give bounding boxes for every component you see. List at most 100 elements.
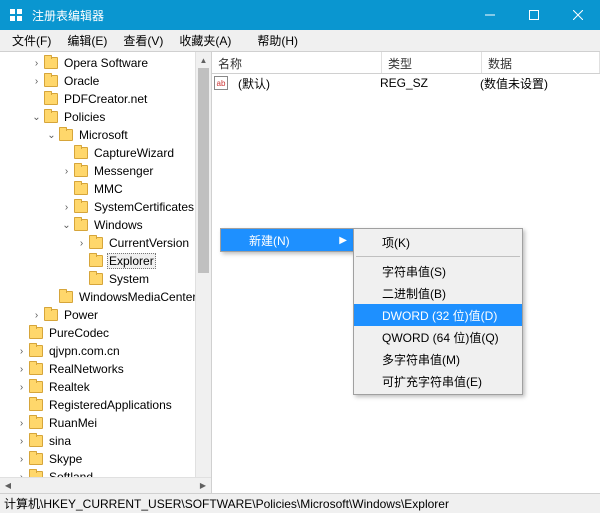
collapse-icon[interactable]: ⌄ [60,219,73,232]
submenu-item-string[interactable]: 字符串值(S) [354,260,522,282]
tree-item[interactable]: CaptureWizard [0,144,211,162]
tree-item-label: Skype [47,452,84,466]
folder-icon [59,291,73,303]
tree-item[interactable]: › CurrentVersion [0,234,211,252]
status-bar: 计算机\HKEY_CURRENT_USER\SOFTWARE\Policies\… [0,493,600,513]
minimize-button[interactable] [468,0,512,30]
expand-icon[interactable]: › [15,435,28,448]
tree-item[interactable]: PureCodec [0,324,211,342]
tree-item[interactable]: ›Messenger [0,162,211,180]
menu-view[interactable]: 查看(V) [115,30,171,51]
collapse-icon[interactable]: ⌄ [30,111,43,124]
column-header-name[interactable]: 名称 [212,52,382,73]
tree-item[interactable]: › Skype [0,450,211,468]
submenu-item-binary[interactable]: 二进制值(B) [354,282,522,304]
expand-icon[interactable]: › [60,201,73,214]
tree-item[interactable]: › sina [0,432,211,450]
expand-icon[interactable]: › [30,57,43,70]
expand-icon[interactable]: › [60,165,73,178]
tree-item-label: qjvpn.com.cn [47,344,122,358]
expand-icon[interactable]: › [30,75,43,88]
submenu-arrow-icon: ▶ [339,235,347,246]
tree-item[interactable]: › RuanMei [0,414,211,432]
maximize-button[interactable] [512,0,556,30]
expand-icon[interactable]: › [15,345,28,358]
tree-item-label: CurrentVersion [107,236,191,250]
tree-pane[interactable]: ›Opera Software›OraclePDFCreator.net⌄Pol… [0,52,212,493]
tree-item[interactable]: PDFCreator.net [0,90,211,108]
tree-spacer [15,399,28,412]
submenu-separator [356,256,520,257]
folder-icon [44,111,58,123]
tree-item-label: System [107,272,151,286]
expand-icon[interactable]: › [15,381,28,394]
expand-icon[interactable]: › [15,417,28,430]
tree-scrollbar-horizontal[interactable]: ◀ ▶ [0,477,211,493]
expand-icon[interactable]: › [15,453,28,466]
submenu-item-expand-string[interactable]: 可扩充字符串值(E) [354,370,522,392]
scroll-thumb[interactable] [198,68,209,273]
collapse-icon[interactable]: ⌄ [45,129,58,142]
tree-item[interactable]: WindowsMediaCenter [0,288,211,306]
folder-icon [29,417,43,429]
tree-scrollbar-vertical[interactable]: ▲ ▼ [195,52,211,493]
tree-item-label: Power [62,308,100,322]
scroll-up-button[interactable]: ▲ [196,52,211,68]
context-menu-new-label: 新建(N) [249,232,290,249]
tree-item[interactable]: MMC [0,180,211,198]
tree-item-label: PureCodec [47,326,111,340]
folder-icon [44,309,58,321]
tree-item-label: RegisteredApplications [47,398,174,412]
scroll-left-button[interactable]: ◀ [0,478,16,493]
folder-icon [29,399,43,411]
main-pane: ›Opera Software›OraclePDFCreator.net⌄Pol… [0,52,600,493]
tree-item-label: WindowsMediaCenter [77,290,198,304]
expand-icon[interactable]: › [75,237,88,250]
tree-item[interactable]: ›SystemCertificates [0,198,211,216]
tree-item[interactable]: Explorer [0,252,211,270]
scroll-right-button[interactable]: ▶ [195,478,211,493]
tree-item[interactable]: ⌄Microsoft [0,126,211,144]
submenu-item-multi-string[interactable]: 多字符串值(M) [354,348,522,370]
tree-item[interactable]: › Oracle [0,72,211,90]
folder-icon [29,327,43,339]
tree-item-label: RuanMei [47,416,99,430]
tree-item[interactable]: ›Opera Software [0,54,211,72]
list-row[interactable]: ab (默认) REG_SZ (数值未设置) [212,74,600,92]
submenu-item-dword[interactable]: DWORD (32 位)值(D) [354,304,522,326]
close-button[interactable] [556,0,600,30]
menu-favorites[interactable]: 收藏夹(A) [171,30,239,51]
tree-spacer [30,93,43,106]
app-icon [8,7,24,23]
submenu-item-key[interactable]: 项(K) [354,231,522,253]
tree-item[interactable]: ⌄Policies [0,108,211,126]
column-header-data[interactable]: 数据 [482,52,600,73]
string-value-icon: ab [214,76,228,90]
tree-item[interactable]: System [0,270,211,288]
tree-item-label: Realtek [47,380,92,394]
menu-edit[interactable]: 编辑(E) [59,30,115,51]
expand-icon[interactable]: › [15,363,28,376]
expand-icon[interactable]: › [30,309,43,322]
folder-icon [29,453,43,465]
context-menu-new[interactable]: 新建(N) ▶ [221,229,353,251]
tree-item[interactable]: › qjvpn.com.cn [0,342,211,360]
tree-item[interactable]: ⌄ Windows [0,216,211,234]
folder-icon [59,129,73,141]
tree-item[interactable]: › Realtek [0,378,211,396]
tree-item-label: MMC [92,182,125,196]
submenu-item-qword[interactable]: QWORD (64 位)值(Q) [354,326,522,348]
menu-help[interactable]: 帮助(H) [249,30,306,51]
tree-item[interactable]: › Power [0,306,211,324]
folder-icon [74,219,88,231]
context-menu: 新建(N) ▶ [220,228,354,252]
tree-item[interactable]: RegisteredApplications [0,396,211,414]
menu-file[interactable]: 文件(F) [4,30,59,51]
tree-item[interactable]: ›RealNetworks [0,360,211,378]
tree-item-label: sina [47,434,73,448]
folder-icon [44,57,58,69]
column-header-type[interactable]: 类型 [382,52,482,73]
tree-spacer [60,183,73,196]
tree-item-label: Windows [92,218,145,232]
tree-item-label: Oracle [62,74,101,88]
